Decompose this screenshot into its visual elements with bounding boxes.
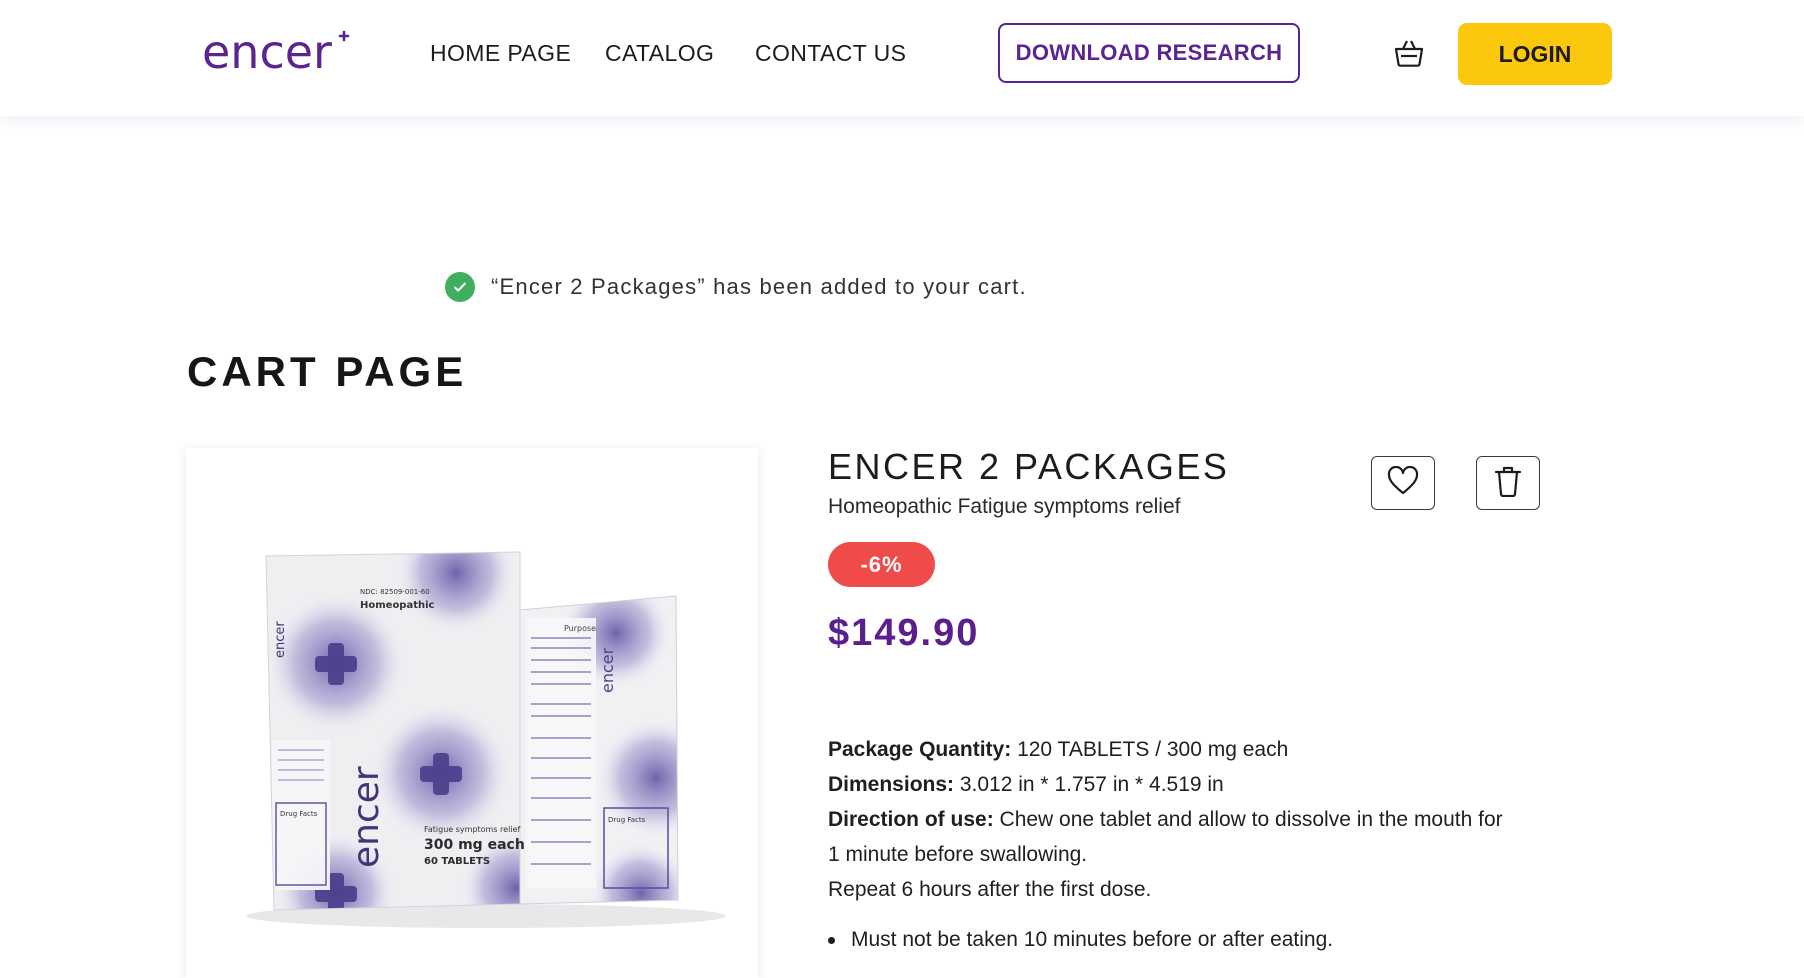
- svg-text:Homeopathic: Homeopathic: [360, 600, 435, 611]
- svg-text:encer: encer: [598, 647, 617, 693]
- direction-of-use-value: Chew one tablet and allow to dissolve in…: [993, 808, 1503, 831]
- trash-icon: [1494, 465, 1522, 502]
- bullet-dot: [828, 936, 835, 944]
- product-price: $149.90: [828, 612, 980, 654]
- product-details: Package Quantity: 120 TABLETS / 300 mg e…: [828, 732, 1628, 907]
- svg-text:Fatigue symptoms relief: Fatigue symptoms relief: [424, 825, 520, 834]
- direction-of-use-row: Direction of use: Chew one tablet and al…: [828, 802, 1628, 837]
- usage-bullet-text: Must not be taken 10 minutes before or a…: [851, 928, 1334, 951]
- added-to-cart-notice: “Encer 2 Packages” has been added to you…: [445, 272, 1027, 302]
- dimensions-row: Dimensions: 3.012 in * 1.757 in * 4.519 …: [828, 767, 1628, 802]
- package-quantity-value: 120 TABLETS / 300 mg each: [1011, 738, 1289, 761]
- shopping-basket-icon[interactable]: [1392, 36, 1426, 70]
- svg-text:encer: encer: [346, 766, 387, 868]
- site-header: encer HOME PAGE CATALOG CONTACT US DOWNL…: [0, 0, 1804, 116]
- direction-of-use-label: Direction of use:: [828, 808, 994, 831]
- nav-home-page[interactable]: HOME PAGE: [430, 40, 571, 67]
- login-button[interactable]: LOGIN: [1458, 23, 1612, 85]
- svg-text:60 TABLETS: 60 TABLETS: [424, 856, 490, 867]
- dimensions-label: Dimensions:: [828, 773, 955, 796]
- dimensions-value: 3.012 in * 1.757 in * 4.519 in: [954, 773, 1224, 796]
- add-to-wishlist-button[interactable]: [1371, 456, 1435, 510]
- svg-text:encer: encer: [202, 25, 332, 78]
- page-title: CART PAGE: [187, 348, 468, 395]
- svg-text:Drug Facts: Drug Facts: [608, 816, 646, 824]
- package-quantity-row: Package Quantity: 120 TABLETS / 300 mg e…: [828, 732, 1628, 767]
- nav-contact-us[interactable]: CONTACT US: [755, 40, 906, 67]
- package-quantity-label: Package Quantity:: [828, 738, 1012, 761]
- nav-catalog[interactable]: CATALOG: [605, 40, 714, 67]
- svg-text:Purpose: Purpose: [564, 624, 596, 633]
- brand-logo[interactable]: encer: [200, 18, 350, 78]
- repeat-dose-note: Repeat 6 hours after the first dose.: [828, 878, 1152, 901]
- heart-icon: [1387, 465, 1419, 501]
- product-box-image: Purpose Drug Facts encer Drug Facts NDC:…: [246, 551, 726, 928]
- usage-bullet: Must not be taken 10 minutes before or a…: [828, 928, 1333, 952]
- svg-text:NDC: 82509-001-60: NDC: 82509-001-60: [360, 588, 430, 596]
- download-research-button[interactable]: DOWNLOAD RESEARCH: [998, 23, 1300, 83]
- svg-text:encer: encer: [273, 621, 288, 658]
- notice-text: “Encer 2 Packages” has been added to you…: [491, 274, 1027, 299]
- check-circle-icon: [445, 272, 475, 302]
- discount-badge: -6%: [828, 542, 935, 587]
- svg-text:300 mg each: 300 mg each: [424, 837, 525, 853]
- product-subtitle: Homeopathic Fatigue symptoms relief: [828, 495, 1181, 518]
- svg-text:Drug Facts: Drug Facts: [280, 810, 318, 818]
- product-title: ENCER 2 PACKAGES: [828, 446, 1230, 487]
- direction-of-use-continued: 1 minute before swallowing.: [828, 843, 1088, 866]
- product-image-card[interactable]: Purpose Drug Facts encer Drug Facts NDC:…: [186, 448, 758, 978]
- remove-from-cart-button[interactable]: [1476, 456, 1540, 510]
